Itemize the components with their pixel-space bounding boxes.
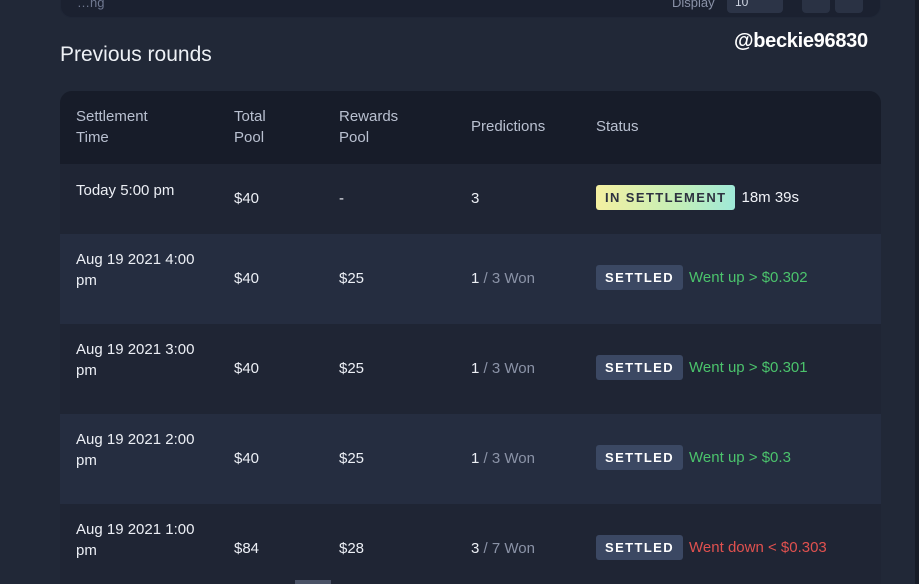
predictions-total: / 3 Won xyxy=(479,270,535,287)
predictions-total: / 3 Won xyxy=(479,450,535,467)
cell-status: SETTLED Went up > $0.301 xyxy=(596,355,808,380)
status-badge: SETTLED xyxy=(596,535,684,560)
page: …ng Display 10 Previous rounds @beckie96… xyxy=(0,0,919,584)
cell-settlement-time: Today 5:00 pm xyxy=(76,182,175,199)
status-badge: SETTLED xyxy=(596,445,684,470)
cell-rewards-pool: $25 xyxy=(339,450,365,467)
cell-settlement-time: Aug 19 2021 3:00 pm xyxy=(76,341,195,379)
price-movement: Went down < $0.303 xyxy=(689,539,827,556)
cell-total-pool: $40 xyxy=(234,190,260,207)
header-rewards-pool: Rewards Pool xyxy=(339,108,399,146)
cell-predictions: 3 xyxy=(471,188,479,209)
price-movement: Went up > $0.302 xyxy=(689,269,808,286)
table-row[interactable]: Aug 19 2021 3:00 pm $40 $25 1 / 3 Won SE… xyxy=(60,324,881,414)
cell-predictions: 1 / 3 Won xyxy=(471,268,535,289)
table-header: Settlement Time Total Pool Rewards Pool … xyxy=(60,91,881,164)
cell-status: SETTLED Went down < $0.303 xyxy=(596,535,827,560)
bottom-tab-indicator xyxy=(295,580,331,584)
cell-status: SETTLED Went up > $0.3 xyxy=(596,445,791,470)
cell-total-pool: $40 xyxy=(234,450,260,467)
cell-total-pool: $40 xyxy=(234,360,260,377)
predictions-total: / 3 Won xyxy=(479,360,535,377)
section-title: Previous rounds xyxy=(60,43,212,66)
cell-settlement-time: Aug 19 2021 4:00 pm xyxy=(76,251,195,289)
cell-settlement-time: Aug 19 2021 2:00 pm xyxy=(76,431,195,469)
page-scrollbar[interactable] xyxy=(915,0,919,584)
price-movement: Went up > $0.301 xyxy=(689,359,808,376)
cell-status: IN SETTLEMENT 18m 39s xyxy=(596,185,799,210)
top-card: …ng Display 10 xyxy=(60,0,881,18)
next-page-button[interactable] xyxy=(835,0,863,13)
cell-total-pool: $40 xyxy=(234,270,260,287)
cell-predictions: 3 / 7 Won xyxy=(471,538,535,559)
display-count-select[interactable]: 10 xyxy=(727,0,783,13)
display-label: Display xyxy=(672,0,715,10)
countdown-timer: 18m 39s xyxy=(741,189,800,206)
table-row[interactable]: Aug 19 2021 4:00 pm $40 $25 1 / 3 Won SE… xyxy=(60,234,881,324)
cell-rewards-pool: - xyxy=(339,190,344,207)
cell-rewards-pool: $25 xyxy=(339,270,365,287)
cell-total-pool: $84 xyxy=(234,540,260,557)
header-status: Status xyxy=(596,118,639,135)
cell-predictions: 1 / 3 Won xyxy=(471,448,535,469)
status-badge: IN SETTLEMENT xyxy=(596,185,736,210)
rounds-table: Settlement Time Total Pool Rewards Pool … xyxy=(60,91,881,584)
cell-rewards-pool: $25 xyxy=(339,360,365,377)
cell-rewards-pool: $28 xyxy=(339,540,365,557)
header-settlement-time: Settlement Time xyxy=(76,108,148,146)
top-card-text: …ng xyxy=(77,0,105,10)
predictions-total: / 7 Won xyxy=(479,540,535,557)
table-row[interactable]: Aug 19 2021 1:00 pm $84 $28 3 / 7 Won SE… xyxy=(60,504,881,584)
status-badge: SETTLED xyxy=(596,265,684,290)
cell-predictions: 1 / 3 Won xyxy=(471,358,535,379)
cell-settlement-time: Aug 19 2021 1:00 pm xyxy=(76,521,195,559)
watermark: @beckie96830 xyxy=(734,30,868,52)
table-row[interactable]: Today 5:00 pm $40 - 3 IN SETTLEMENT 18m … xyxy=(60,164,881,234)
predictions-won: 3 xyxy=(471,190,480,207)
status-badge: SETTLED xyxy=(596,355,684,380)
table-row[interactable]: Aug 19 2021 2:00 pm $40 $25 1 / 3 Won SE… xyxy=(60,414,881,504)
cell-status: SETTLED Went up > $0.302 xyxy=(596,265,808,290)
header-total-pool: Total Pool xyxy=(234,108,266,146)
previous-page-button[interactable] xyxy=(802,0,830,13)
header-predictions: Predictions xyxy=(471,118,546,135)
price-movement: Went up > $0.3 xyxy=(689,449,791,466)
